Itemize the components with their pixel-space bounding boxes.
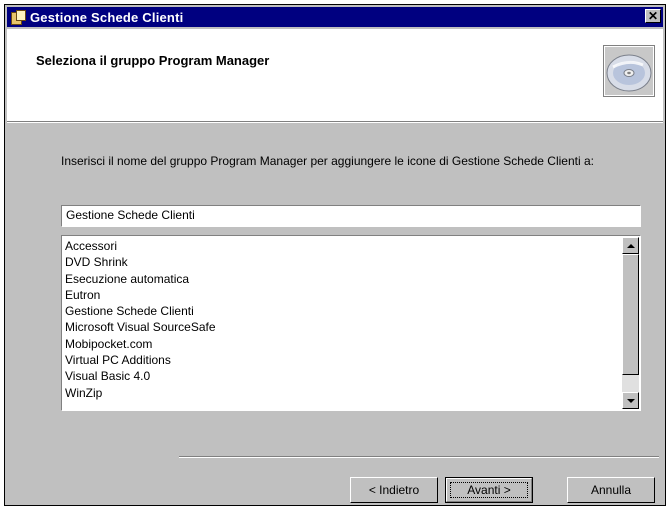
window-title: Gestione Schede Clienti — [30, 9, 184, 25]
instruction-text: Inserisci il nome del gruppo Program Man… — [61, 154, 594, 168]
back-button-label: < Indietro — [368, 483, 420, 497]
cd-disc-icon — [603, 45, 655, 97]
list-item[interactable]: DVD Shrink — [65, 254, 216, 270]
list-item[interactable]: Virtual PC Additions — [65, 352, 216, 368]
scroll-thumb[interactable] — [622, 254, 639, 375]
group-name-field[interactable]: Gestione Schede Clienti — [61, 205, 641, 227]
cancel-button-label: Annulla — [590, 483, 632, 497]
list-item[interactable]: Visual Basic 4.0 — [65, 368, 216, 384]
list-item[interactable]: Microsoft Visual SourceSafe — [65, 319, 216, 335]
group-listbox[interactable]: Accessori DVD Shrink Esecuzione automatica… — [61, 235, 641, 411]
list-scrollbar[interactable] — [622, 237, 639, 409]
group-list: Accessori DVD Shrink Esecuzione automatica… — [65, 238, 216, 401]
header-separator — [7, 122, 663, 123]
list-item[interactable]: Gestione Schede Clienti — [65, 303, 216, 319]
list-item[interactable]: WinZip — [65, 385, 216, 401]
page-title: Seleziona il gruppo Program Manager — [36, 53, 270, 68]
cancel-button[interactable]: Annulla — [567, 477, 655, 503]
close-button[interactable]: ✕ — [645, 9, 661, 23]
list-item[interactable]: Esecuzione automatica — [65, 271, 216, 287]
arrow-down-icon — [626, 398, 635, 403]
installer-icon — [10, 9, 26, 25]
setup-window: Gestione Schede Clienti ✕ Seleziona il g… — [4, 4, 666, 506]
next-button-label: Avanti > — [467, 483, 511, 497]
arrow-up-icon — [626, 243, 635, 248]
scroll-up-button[interactable] — [622, 237, 639, 254]
wizard-header: Seleziona il gruppo Program Manager — [7, 29, 663, 122]
list-item[interactable]: Accessori — [65, 238, 216, 254]
list-item[interactable]: Eutron — [65, 287, 216, 303]
scroll-down-button[interactable] — [622, 392, 639, 409]
back-button[interactable]: < Indietro — [350, 477, 438, 503]
list-item[interactable]: Mobipocket.com — [65, 336, 216, 352]
next-button[interactable]: Avanti > — [445, 477, 533, 503]
footer-separator-highlight — [179, 457, 659, 458]
title-bar: Gestione Schede Clienti ✕ — [7, 7, 663, 27]
